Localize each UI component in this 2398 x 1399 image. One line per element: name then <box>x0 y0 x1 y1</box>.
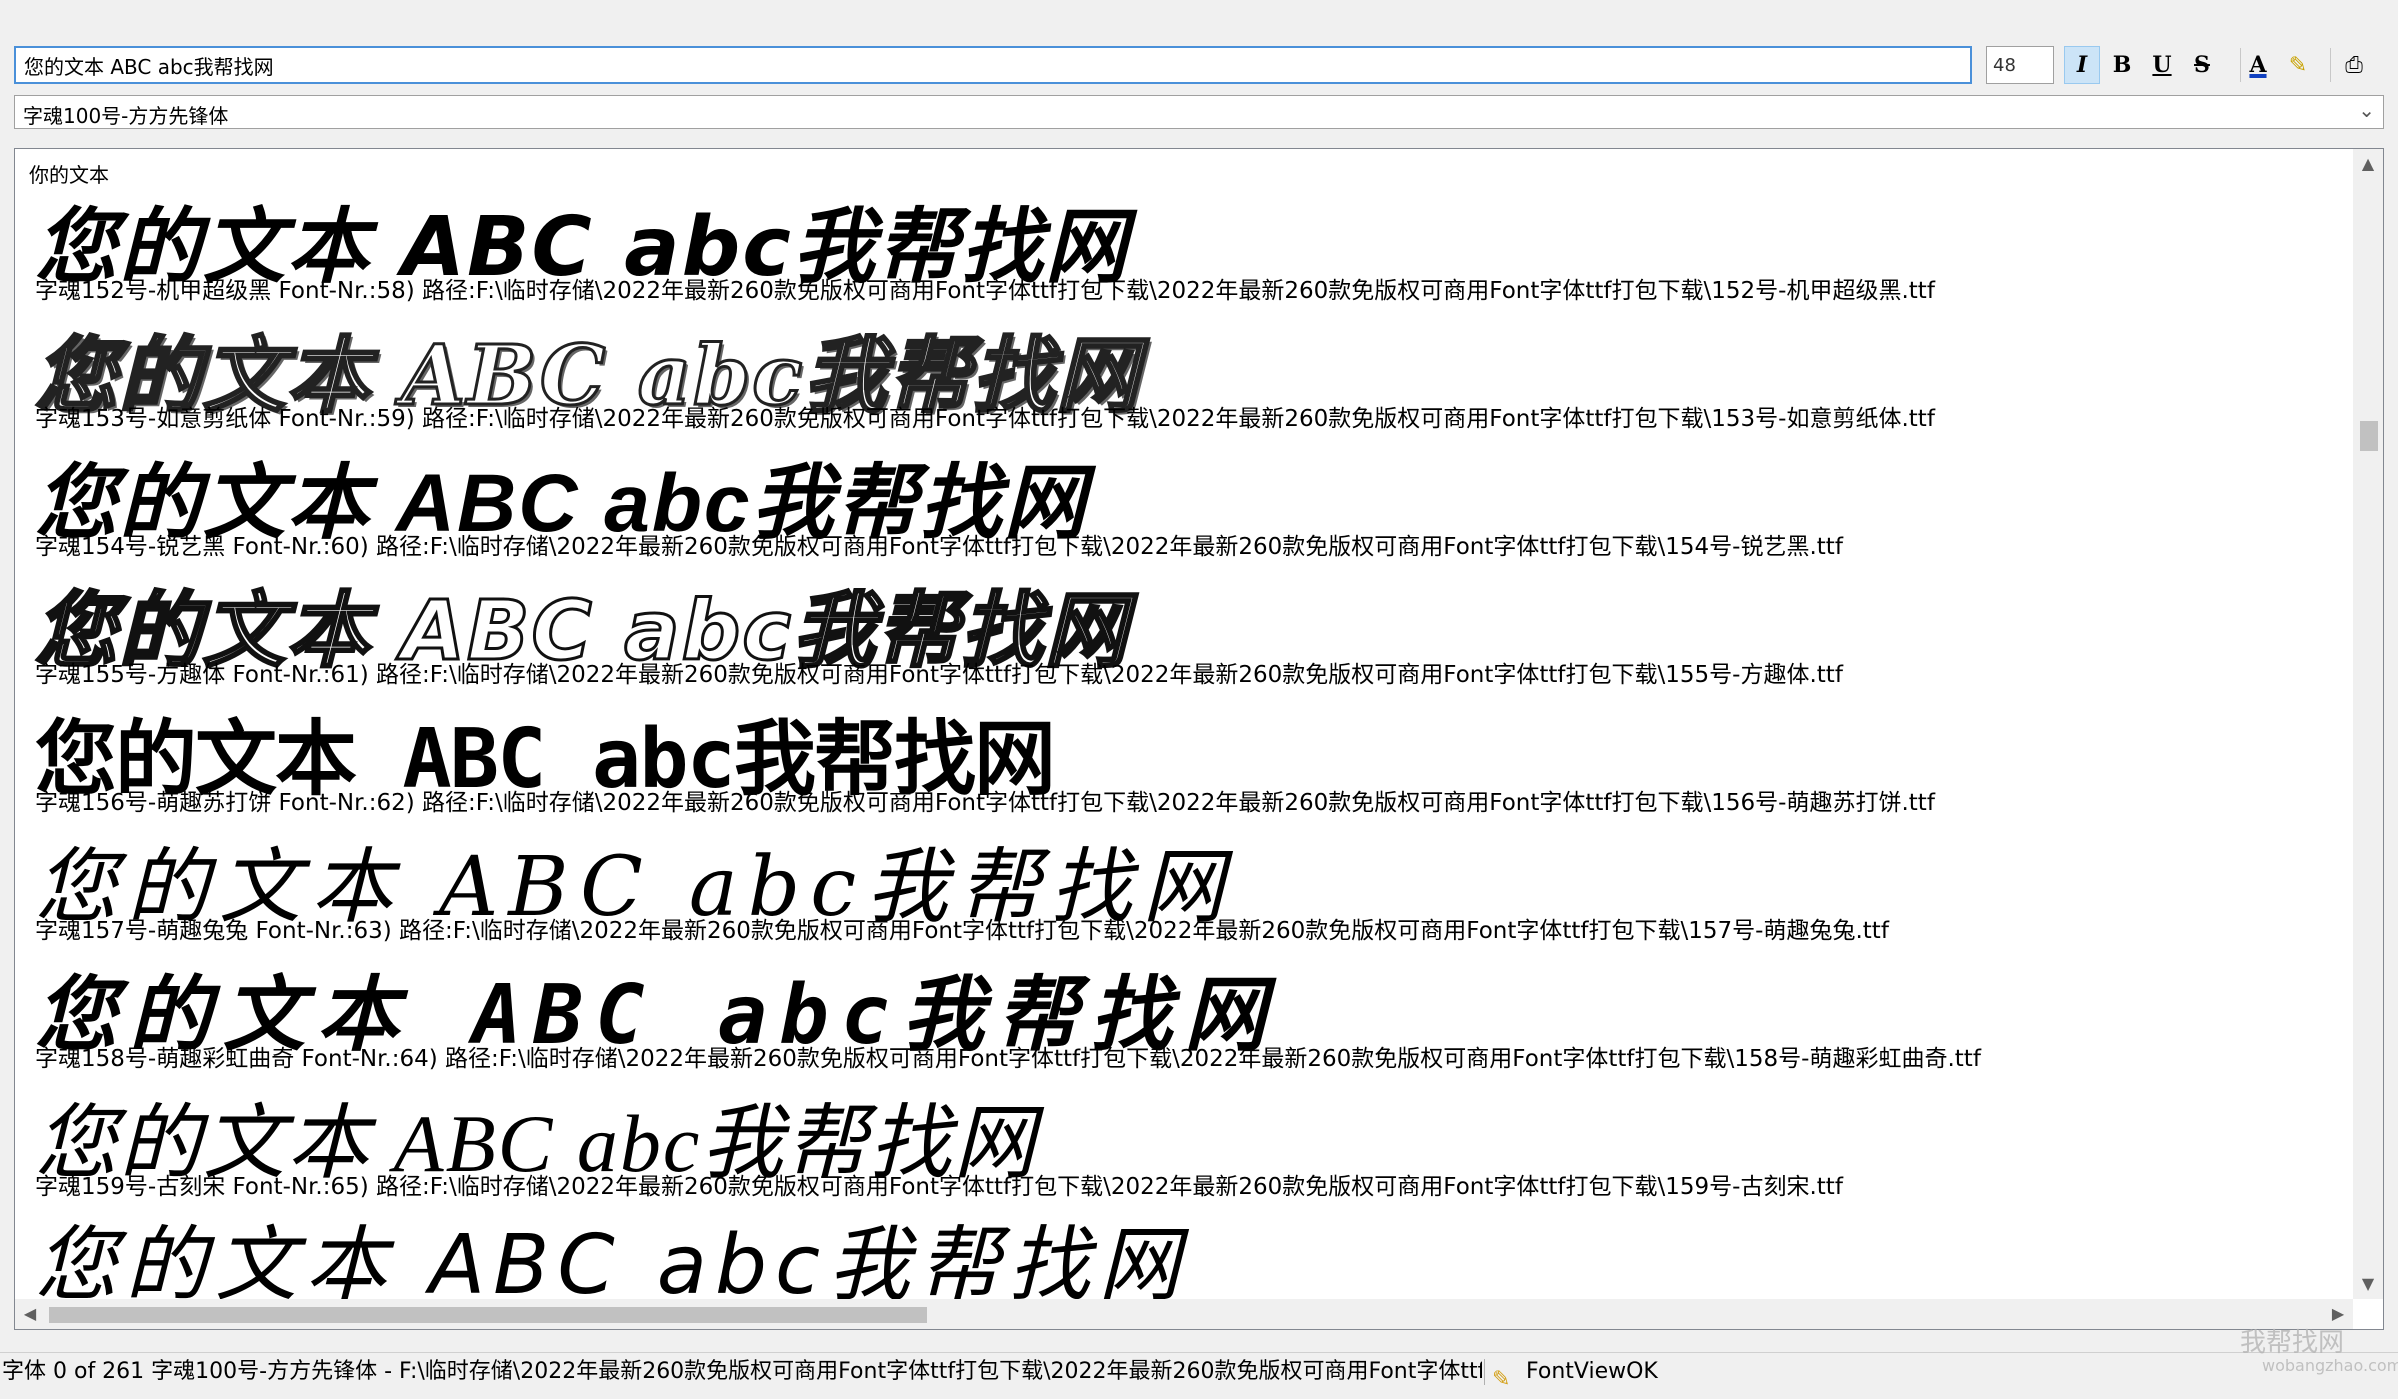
horizontal-scrollbar[interactable]: ◀ ▶ <box>15 1299 2353 1329</box>
font-entry[interactable]: 您的文本 ABC abc我帮找网 字魂156号-萌趣苏打饼 Font-Nr.:6… <box>35 719 1935 817</box>
font-caption: 字魂155号-方趣体 Font-Nr.:61) 路径:F:\临时存储\2022年… <box>35 662 1843 688</box>
watermark: 我帮找网 <box>2240 1328 2345 1358</box>
font-caption: 字魂157号-萌趣兔兔 Font-Nr.:63) 路径:F:\临时存储\2022… <box>35 918 1889 944</box>
font-preview-pane[interactable]: 你的文本 您的文本 ABC abc我帮找网 字魂152号-机甲超级黑 Font-… <box>14 148 2384 1330</box>
watermark-url: wobangzhao.com <box>2262 1356 2398 1375</box>
title-strip <box>0 0 2398 36</box>
chevron-down-icon: ⌄ <box>2358 98 2375 122</box>
status-separator <box>1484 1359 1485 1385</box>
italic-button[interactable]: I <box>2064 46 2100 84</box>
app-name: FontViewOK <box>1526 1359 1658 1384</box>
highlight-button[interactable]: ✎ <box>2280 46 2316 84</box>
vertical-scrollbar[interactable]: ▲ ▼ <box>2353 149 2383 1299</box>
font-entry[interactable]: 您的文本 ABC abc我帮找网 字魂153号-如意剪纸体 Font-Nr.:5… <box>34 334 1935 433</box>
font-caption: 字魂159号-古刻宋 Font-Nr.:65) 路径:F:\临时存储\2022年… <box>35 1174 1843 1200</box>
font-entry[interactable]: 您的文本 ABC abc我帮找网 字魂152号-机甲超级黑 Font-Nr.:5… <box>35 207 1935 305</box>
italic-icon: I <box>2076 52 2088 78</box>
font-caption: 字魂154号-锐艺黑 Font-Nr.:60) 路径:F:\临时存储\2022年… <box>35 534 1843 560</box>
font-caption: 字魂153号-如意剪纸体 Font-Nr.:59) 路径:F:\临时存储\202… <box>35 406 1935 432</box>
font-entry[interactable]: 您的文本 ABC abc我帮找网 字魂154号-锐艺黑 Font-Nr.:60)… <box>35 463 1843 561</box>
font-color-icon: A <box>2249 52 2267 78</box>
vertical-scroll-thumb[interactable] <box>2360 421 2378 451</box>
scroll-up-icon[interactable]: ▲ <box>2353 149 2383 179</box>
font-size-input[interactable] <box>1986 46 2054 84</box>
font-entry[interactable]: 您的文本 ABC abc我帮找网 字魂157号-萌趣兔兔 Font-Nr.:63… <box>35 847 1889 945</box>
font-select-dropdown[interactable]: 字魂100号-方方先锋体 ⌄ <box>14 95 2384 129</box>
highlighter-icon: ✎ <box>2288 52 2308 78</box>
font-color-button[interactable]: A <box>2240 46 2276 84</box>
scroll-left-icon[interactable]: ◀ <box>15 1299 45 1329</box>
toolbar-separator <box>2330 48 2331 82</box>
font-entry[interactable]: 您的文本 ABC abc我帮找网 字魂155号-方趣体 Font-Nr.:61)… <box>34 589 1843 689</box>
font-select-value: 字魂100号-方方先锋体 <box>23 104 229 128</box>
underline-button[interactable]: U <box>2144 46 2180 84</box>
horizontal-scroll-thumb[interactable] <box>49 1307 927 1323</box>
scroll-down-icon[interactable]: ▼ <box>2353 1269 2383 1299</box>
bold-icon: B <box>2112 52 2132 78</box>
font-caption: 字魂156号-萌趣苏打饼 Font-Nr.:62) 路径:F:\临时存储\202… <box>35 790 1935 816</box>
app-logo-icon: ✎ <box>1492 1367 1511 1392</box>
status-text: 字体 0 of 261 字魂100号-方方先锋体 - F:\临时存储\2022年… <box>2 1359 1482 1384</box>
preview-header: 你的文本 <box>29 163 109 187</box>
printer-icon: ⎙ <box>2345 52 2363 78</box>
print-button[interactable]: ⎙ <box>2336 46 2372 84</box>
strikethrough-icon: S <box>2194 52 2210 78</box>
font-entry[interactable]: 您的文本 ABC abc我帮找网 字魂158号-萌趣彩虹曲奇 Font-Nr.:… <box>35 975 1981 1073</box>
sample-text-input[interactable] <box>14 46 1972 84</box>
status-bar: 字体 0 of 261 字魂100号-方方先锋体 - F:\临时存储\2022年… <box>0 1352 2398 1392</box>
underline-icon: U <box>2152 52 2172 78</box>
bold-button[interactable]: B <box>2104 46 2140 84</box>
font-entry[interactable]: 您的文本 ABC abc我帮找网 字魂159号-古刻宋 Font-Nr.:65)… <box>35 1103 1843 1201</box>
font-sample: 您的文本 ABC abc我帮找网 <box>35 1218 1189 1313</box>
strikethrough-button[interactable]: S <box>2184 46 2220 84</box>
font-caption: 字魂152号-机甲超级黑 Font-Nr.:58) 路径:F:\临时存储\202… <box>35 278 1935 304</box>
font-caption: 字魂158号-萌趣彩虹曲奇 Font-Nr.:64) 路径:F:\临时存储\20… <box>35 1046 1981 1072</box>
font-entry[interactable]: 您的文本 ABC abc我帮找网 <box>35 1225 1188 1307</box>
